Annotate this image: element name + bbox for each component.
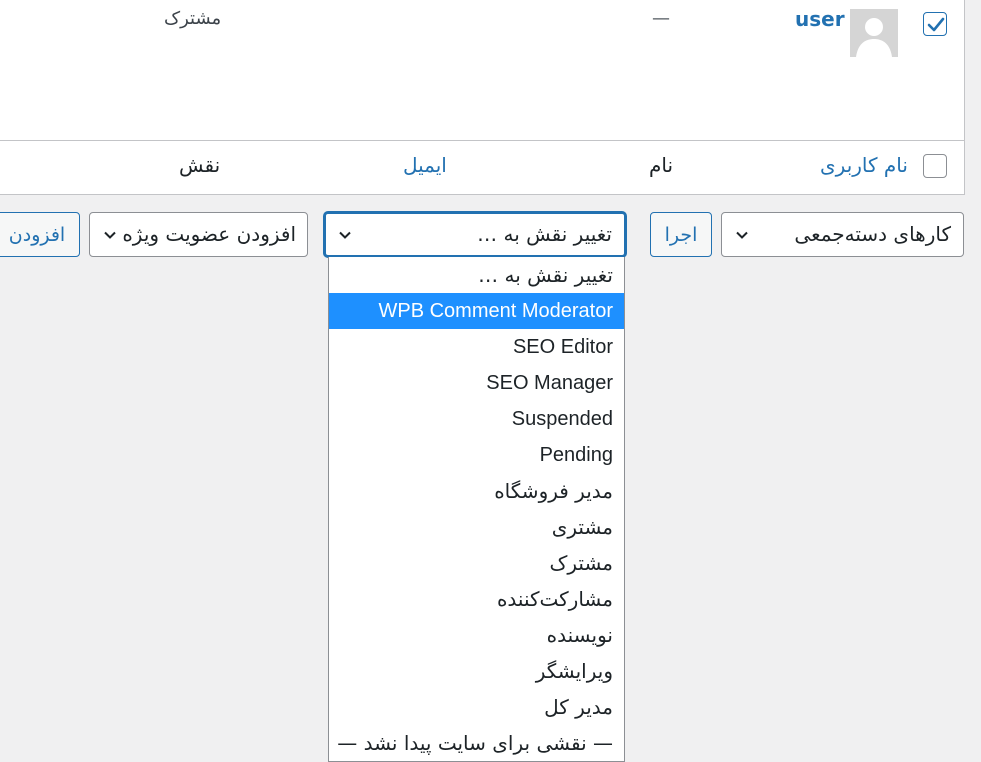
- check-icon: [927, 17, 945, 32]
- change-role-label: تغییر نقش به …: [477, 222, 612, 246]
- chevron-down-icon: [736, 231, 748, 239]
- change-role-select[interactable]: تغییر نقش به …: [324, 212, 626, 257]
- username-link[interactable]: user: [795, 7, 845, 31]
- role-option[interactable]: SEO Editor: [329, 329, 624, 365]
- apply-button-label: اجرا: [664, 223, 698, 246]
- role-option[interactable]: مشتری: [329, 509, 624, 545]
- apply-button[interactable]: اجرا: [650, 212, 712, 257]
- role-option[interactable]: ویرایشگر: [329, 653, 624, 689]
- role-option[interactable]: تغییر نقش به …: [329, 257, 624, 293]
- role-cell: مشترک: [164, 8, 222, 29]
- chevron-down-icon: [339, 231, 351, 239]
- column-header-username[interactable]: نام کاربری: [820, 153, 908, 177]
- column-header-email[interactable]: ایمیل: [403, 153, 447, 177]
- name-cell: —: [652, 8, 670, 29]
- default-avatar-icon: [850, 9, 898, 57]
- role-option[interactable]: SEO Manager: [329, 365, 624, 401]
- membership-label: افزودن عضویت ویژه: [122, 222, 296, 246]
- role-option[interactable]: نویسنده: [329, 617, 624, 653]
- role-dropdown-list: تغییر نقش به … WPB Comment Moderator SEO E…: [328, 257, 625, 762]
- role-option[interactable]: Pending: [329, 437, 624, 473]
- users-table: user — مشترک نام کاربری نام ایمیل نقش: [0, 0, 965, 195]
- role-option[interactable]: مدیر کل: [329, 689, 624, 725]
- add-membership-button[interactable]: افزودن: [0, 212, 80, 257]
- role-option[interactable]: WPB Comment Moderator: [329, 293, 624, 329]
- select-all-checkbox[interactable]: [923, 154, 947, 178]
- role-option[interactable]: مشارکت‌کننده: [329, 581, 624, 617]
- role-option[interactable]: مدیر فروشگاه: [329, 473, 624, 509]
- role-option[interactable]: — نقشی برای سایت پیدا نشد —: [329, 725, 624, 761]
- bulk-actions-label: کارهای دسته‌جمعی: [794, 222, 951, 246]
- column-header-name: نام: [649, 153, 674, 177]
- column-header-role: نقش: [179, 153, 221, 177]
- add-button-label: افزودن: [8, 223, 66, 246]
- chevron-down-icon: [104, 231, 116, 239]
- bulk-actions-select[interactable]: کارهای دسته‌جمعی: [721, 212, 964, 257]
- role-option[interactable]: مشترک: [329, 545, 624, 581]
- table-divider: [0, 140, 965, 141]
- role-option[interactable]: Suspended: [329, 401, 624, 437]
- membership-select[interactable]: افزودن عضویت ویژه: [89, 212, 308, 257]
- row-checkbox[interactable]: [923, 12, 947, 36]
